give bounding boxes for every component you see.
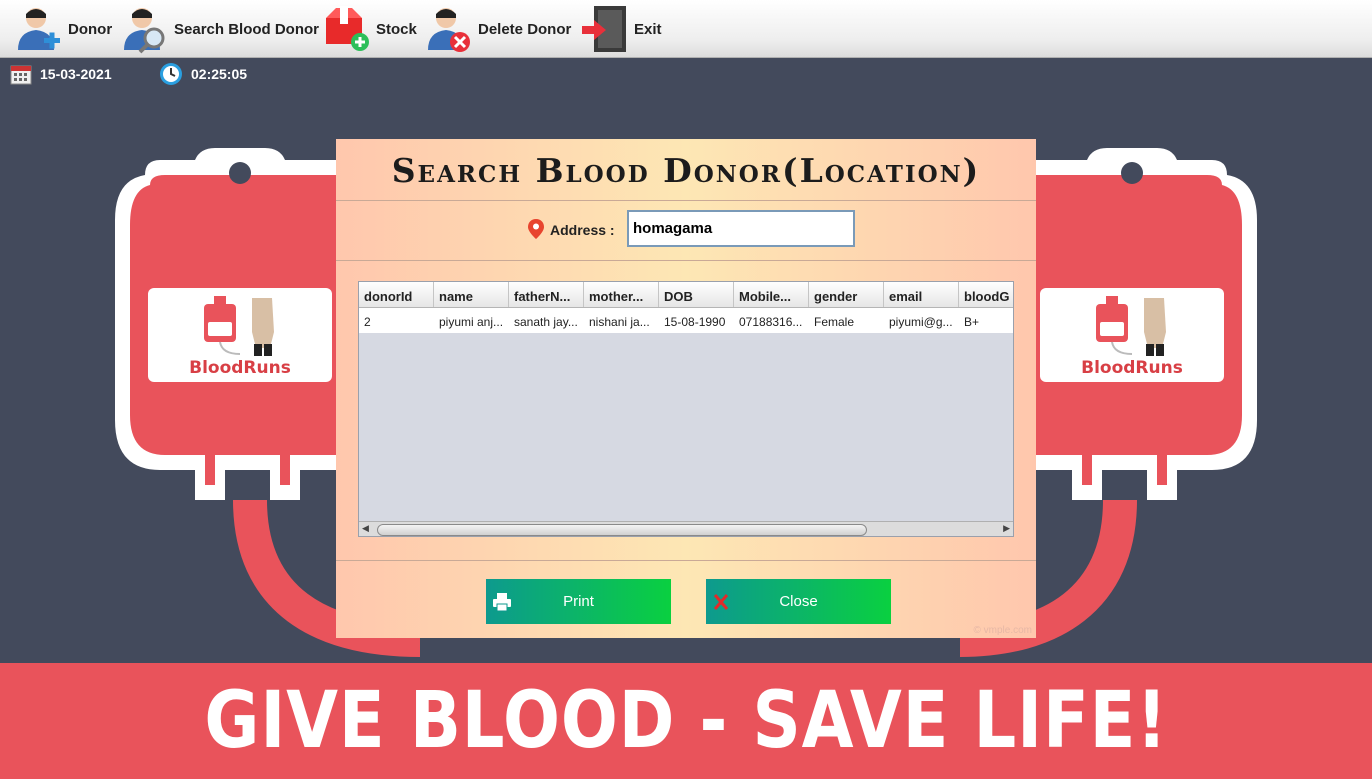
watermark: © vmple.com <box>973 625 1033 636</box>
print-button[interactable]: Print <box>486 579 671 624</box>
column-header[interactable]: DOB <box>659 282 734 307</box>
scrollbar-thumb[interactable] <box>377 524 867 536</box>
title-separator <box>336 200 1036 201</box>
column-header[interactable]: bloodG <box>959 282 1013 307</box>
time-display: 02:25:05 <box>159 62 247 86</box>
table-cell: piyumi anj... <box>439 315 504 329</box>
donor-button[interactable]: Donor <box>14 4 112 54</box>
search-donor-dialog: Search Blood Donor(Location) Address : d… <box>336 139 1036 638</box>
right-logo-card: BloodRuns <box>1040 288 1224 382</box>
table-cell: Female <box>814 315 855 329</box>
table-cell: piyumi@g... <box>889 315 953 329</box>
horizontal-scrollbar[interactable]: ◀ ▶ <box>359 521 1013 536</box>
table-cell: sanath jay... <box>514 315 578 329</box>
time-value: 02:25:05 <box>191 66 248 82</box>
left-logo-card: BloodRuns <box>148 288 332 382</box>
column-header[interactable]: fatherN... <box>509 282 584 307</box>
delete-user-icon <box>428 8 470 52</box>
clock-icon <box>160 63 182 85</box>
close-button-label: Close <box>779 593 818 610</box>
search-blood-donor-button-label: Search Blood Donor <box>174 20 320 38</box>
close-button[interactable]: Close <box>706 579 891 624</box>
table-row[interactable]: 2 piyumi anj... sanath jay... nishani ja… <box>359 308 1013 333</box>
close-x-icon <box>713 594 729 610</box>
table-cell: B+ <box>964 315 980 329</box>
logo-text: BloodRuns <box>189 358 291 378</box>
scroll-right-icon[interactable]: ▶ <box>1003 523 1010 534</box>
blood-bag-fist-icon <box>1096 296 1166 356</box>
column-header[interactable]: Mobile... <box>734 282 809 307</box>
address-label: Address : <box>550 222 615 238</box>
table-cell: nishani ja... <box>589 315 650 329</box>
exit-button[interactable]: Exit <box>580 4 662 54</box>
table-separator <box>336 560 1036 561</box>
banner-text: GIVE BLOOD - SAVE LIFE! <box>204 676 1168 766</box>
column-header[interactable]: mother... <box>584 282 659 307</box>
table-cell: 2 <box>364 315 371 329</box>
date-value: 15-03-2021 <box>40 66 112 82</box>
slogan-banner: GIVE BLOOD - SAVE LIFE! <box>0 663 1372 779</box>
exit-button-label: Exit <box>634 20 662 38</box>
stock-button[interactable]: Stock <box>320 4 417 54</box>
location-pin-icon <box>528 219 544 239</box>
search-user-icon <box>124 8 165 54</box>
table-cell: 07188316... <box>739 315 803 329</box>
column-header[interactable]: donorId <box>359 282 434 307</box>
column-header[interactable]: gender <box>809 282 884 307</box>
address-input[interactable] <box>627 210 855 247</box>
delete-donor-button-label: Delete Donor <box>478 20 572 38</box>
exit-door-icon <box>582 6 626 52</box>
search-blood-donor-button[interactable]: Search Blood Donor <box>122 4 319 54</box>
column-header[interactable]: name <box>434 282 509 307</box>
add-user-icon <box>18 8 60 50</box>
scroll-left-icon[interactable]: ◀ <box>362 523 369 534</box>
donor-results-table[interactable]: donorId name fatherN... mother... DOB Mo… <box>358 281 1014 537</box>
column-header[interactable]: email <box>884 282 959 307</box>
table-header-row: donorId name fatherN... mother... DOB Mo… <box>359 282 1013 308</box>
blood-bag-fist-icon <box>204 296 274 356</box>
main-toolbar: Donor Search Blood Donor Stock Delete Do… <box>0 0 1372 58</box>
calendar-icon <box>10 65 32 85</box>
printer-icon <box>493 593 511 612</box>
print-button-label: Print <box>563 593 594 610</box>
date-display: 15-03-2021 <box>10 62 112 86</box>
dialog-title: Search Blood Donor(Location) <box>391 151 981 190</box>
table-cell: 15-08-1990 <box>664 315 726 329</box>
donor-button-label: Donor <box>68 20 113 38</box>
logo-text: BloodRuns <box>1081 358 1183 378</box>
input-separator <box>336 260 1036 261</box>
delete-donor-button[interactable]: Delete Donor <box>424 4 571 54</box>
stock-box-icon <box>326 6 369 51</box>
stock-button-label: Stock <box>376 20 417 38</box>
